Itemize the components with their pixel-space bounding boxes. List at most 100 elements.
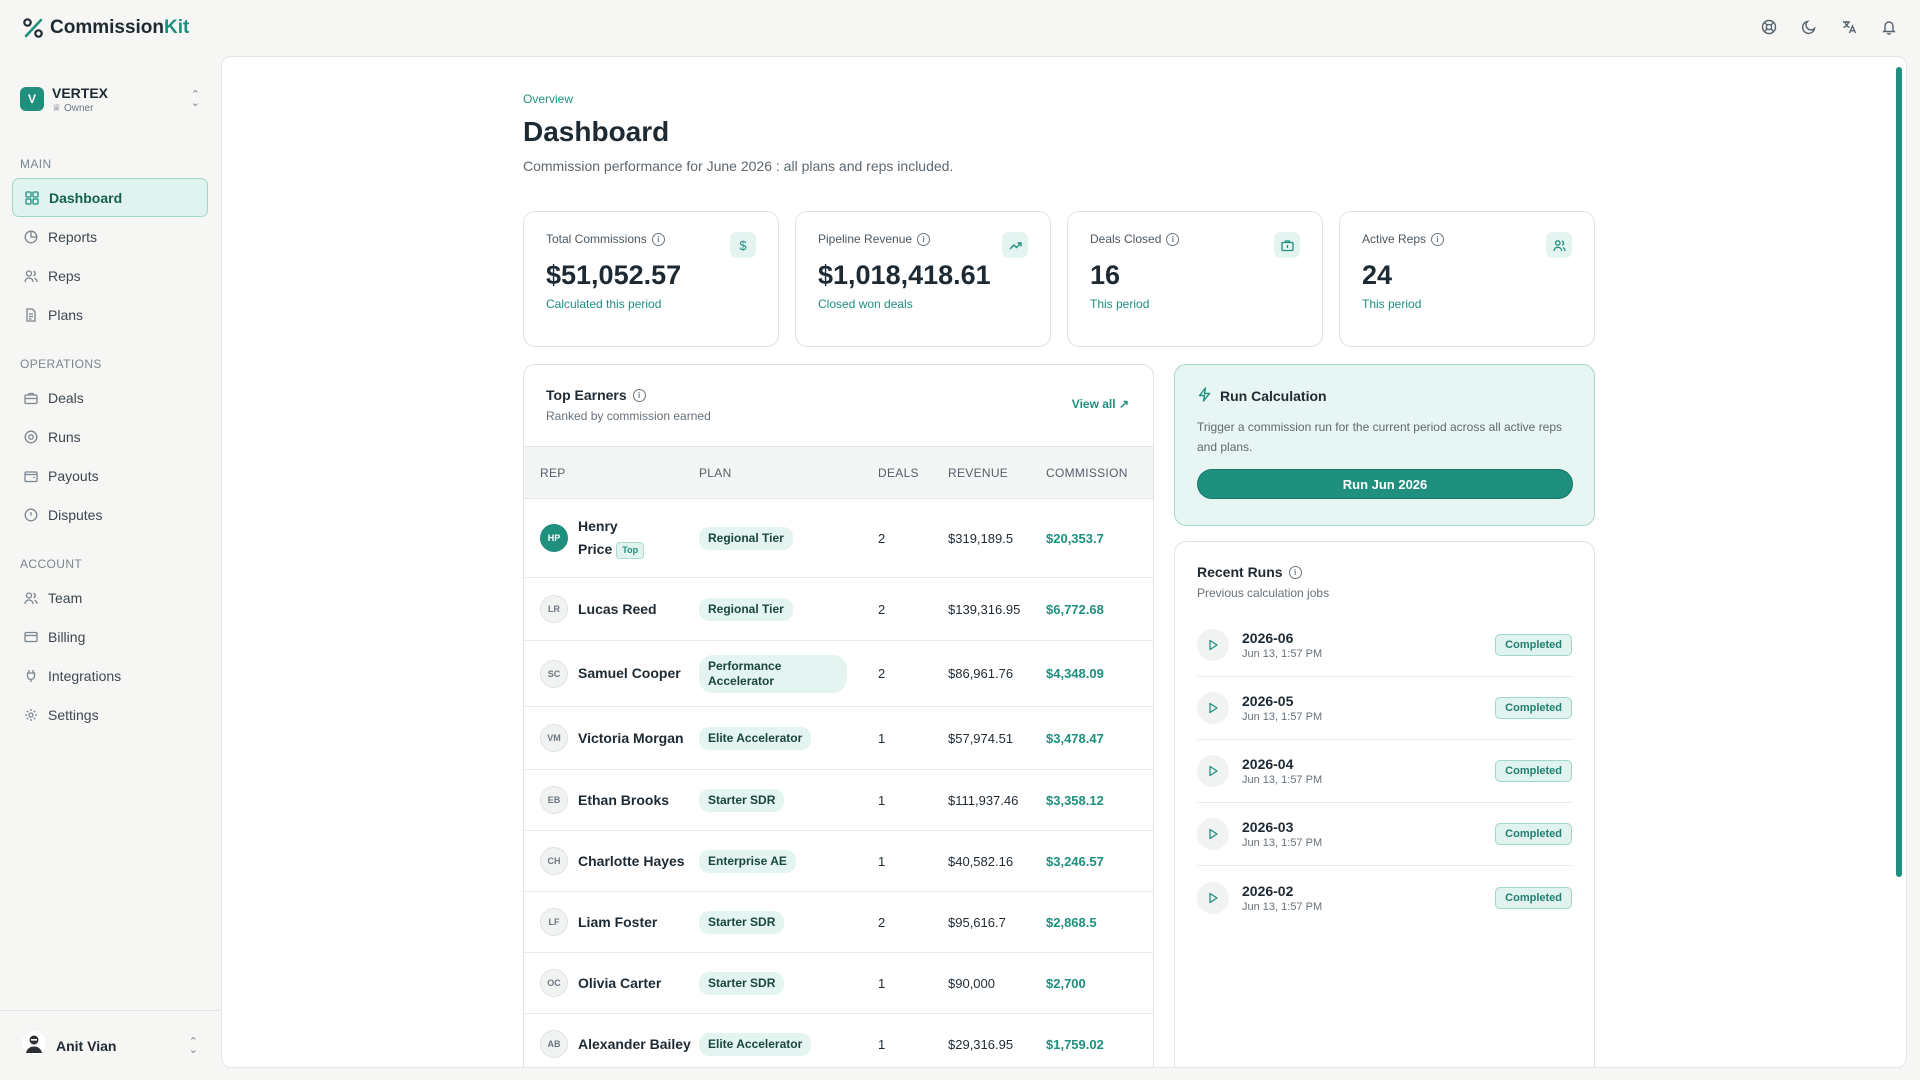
revenue-cell: $139,316.95 <box>948 601 1021 617</box>
translate-icon[interactable] <box>1840 18 1858 36</box>
sidebar-item-label: Payouts <box>48 467 99 484</box>
play-icon[interactable] <box>1197 818 1229 850</box>
status-badge: Completed <box>1495 634 1572 656</box>
briefcase-icon <box>24 392 38 404</box>
table-header: REP PLAN DEALS REVENUE COMMISSION <box>524 447 1153 499</box>
plug-icon <box>26 669 36 682</box>
info-icon[interactable]: i <box>651 232 665 246</box>
info-icon[interactable]: i <box>917 232 931 246</box>
run-item[interactable]: 2026-06 Jun 13, 1:57 PM Completed <box>1197 614 1572 677</box>
users-icon <box>24 269 38 282</box>
dollar-icon: $ <box>730 232 756 258</box>
revenue-cell: $95,616.7 <box>948 914 1006 930</box>
sidebar-item-deals[interactable]: Deals <box>12 378 208 417</box>
info-icon[interactable]: i <box>1288 565 1302 579</box>
sidebar-item-payouts[interactable]: Payouts <box>12 456 208 495</box>
sidebar-item-dashboard[interactable]: Dashboard <box>12 178 208 217</box>
run-item[interactable]: 2026-03 Jun 13, 1:57 PM Completed <box>1197 803 1572 866</box>
recent-runs-card: Recent Runs i Previous calculation jobs 2… <box>1174 541 1595 1067</box>
dark-mode-icon[interactable] <box>1800 18 1818 36</box>
sidebar-item-runs[interactable]: Runs <box>12 417 208 456</box>
col-plan[interactable]: PLAN <box>699 466 878 480</box>
alert-circle-icon <box>24 508 38 521</box>
sidebar-item-settings[interactable]: Settings <box>12 695 208 734</box>
table-row[interactable]: AB Alexander Bailey Elite Accelerator 1 $… <box>524 1014 1153 1067</box>
play-icon[interactable] <box>1197 881 1229 914</box>
table-row[interactable]: VM Victoria Morgan Elite Accelerator 1 $5… <box>524 707 1153 770</box>
run-item[interactable]: 2026-02 Jun 13, 1:57 PM Completed <box>1197 866 1572 929</box>
view-all-link[interactable]: View all ↗ <box>1072 397 1129 411</box>
stat-card-active-reps: Active Reps i 24 This period <box>1339 211 1595 347</box>
sidebar-item-label: Reports <box>48 228 98 245</box>
sidebar-item-reports[interactable]: Reports <box>12 217 208 256</box>
deals-cell: 2 <box>878 666 886 681</box>
sidebar-item-integrations[interactable]: Integrations <box>12 656 208 695</box>
stat-value: $51,052.57 <box>546 260 682 290</box>
commission-cell: $1,759.02 <box>1046 1036 1104 1052</box>
revenue-cell: $57,974.51 <box>948 730 1014 746</box>
table-row[interactable]: LR Lucas Reed Regional Tier 2 $139,316.95… <box>524 578 1153 641</box>
table-row[interactable]: LF Liam Foster Starter SDR 2 $95,616.7 $2… <box>524 892 1153 953</box>
deals-cell: 1 <box>878 730 886 746</box>
table-row[interactable]: EB Ethan Brooks Starter SDR 1 $111,937.46… <box>524 770 1153 831</box>
deals-cell: 2 <box>878 914 886 930</box>
scrollbar[interactable] <box>1896 67 1902 877</box>
sidebar-item-plans[interactable]: Plans <box>12 295 208 334</box>
gear-icon <box>25 708 37 721</box>
sidebar-item-label: Team <box>48 589 83 606</box>
plan-badge: Elite Accelerator <box>699 726 812 750</box>
table-row[interactable]: OC Olivia Carter Starter SDR 1 $90,000 $2… <box>524 953 1153 1014</box>
top-badge: Top <box>616 541 645 559</box>
revenue-cell: $319,189.5 <box>948 530 1014 546</box>
col-deals[interactable]: DEALS <box>878 466 948 480</box>
user-menu[interactable]: Anit Vian ⌃ ⌄ <box>0 1010 220 1080</box>
col-rep[interactable]: REP <box>524 466 699 480</box>
breadcrumb[interactable]: Overview <box>523 92 1595 106</box>
users-icon <box>1546 232 1572 258</box>
sidebar-item-label: Runs <box>48 428 81 445</box>
run-calculation-button[interactable]: Run Jun 2026 <box>1197 469 1573 499</box>
rep-name: Olivia Carter <box>578 974 662 991</box>
run-item[interactable]: 2026-05 Jun 13, 1:57 PM Completed <box>1197 677 1572 740</box>
sidebar-item-label: Reps <box>48 267 81 284</box>
run-name: 2026-06 <box>1242 630 1294 646</box>
briefcase-icon <box>1274 232 1300 258</box>
run-item[interactable]: 2026-04 Jun 13, 1:57 PM Completed <box>1197 740 1572 803</box>
support-icon[interactable] <box>1760 18 1778 36</box>
info-icon[interactable]: i <box>1166 232 1180 246</box>
chevron-updown-icon: ⌃ ⌄ <box>190 89 200 109</box>
run-time: Jun 13, 1:57 PM <box>1242 837 1323 849</box>
table-row[interactable]: CH Charlotte Hayes Enterprise AE 1 $40,58… <box>524 831 1153 892</box>
play-icon[interactable] <box>1197 755 1229 787</box>
sidebar-item-label: Dashboard <box>49 189 123 206</box>
commission-cell: $2,868.5 <box>1046 914 1097 930</box>
sidebar-item-disputes[interactable]: Disputes <box>12 495 208 534</box>
table-row[interactable]: HP Henry Price Top Regional Tier 2 $319,18… <box>524 499 1153 578</box>
sidebar-item-team[interactable]: Team <box>12 578 208 617</box>
stat-label: Pipeline Revenue <box>818 232 913 246</box>
card-subtitle: Ranked by commission earned <box>546 409 711 423</box>
play-icon[interactable] <box>1197 629 1229 661</box>
info-icon[interactable]: i <box>1431 232 1445 246</box>
col-revenue[interactable]: REVENUE <box>948 466 1046 480</box>
sidebar-item-reps[interactable]: Reps <box>12 256 208 295</box>
user-avatar <box>22 1031 46 1060</box>
app-logo[interactable]: CommissionKit <box>22 17 189 39</box>
sidebar-item-label: Billing <box>48 628 86 645</box>
rep-name: Alexander Bailey <box>578 1035 691 1052</box>
sidebar-item-billing[interactable]: Billing <box>12 617 208 656</box>
rep-name: Henry Price Top <box>578 515 645 561</box>
commission-cell: $2,700 <box>1046 975 1086 991</box>
notifications-icon[interactable] <box>1880 18 1898 36</box>
brand-name: CommissionKit <box>50 17 190 38</box>
run-name: 2026-02 <box>1242 882 1294 899</box>
info-icon[interactable]: i <box>632 388 646 402</box>
commission-cell: $3,478.47 <box>1046 730 1104 746</box>
play-icon[interactable] <box>1197 692 1229 724</box>
org-switcher[interactable]: V VERTEX ♕ Owner ⌃ ⌄ <box>20 76 200 122</box>
run-name: 2026-05 <box>1242 693 1294 709</box>
col-commission[interactable]: COMMISSION <box>1046 466 1146 480</box>
table-row[interactable]: SC Samuel Cooper Performance Accelerator … <box>524 641 1153 707</box>
section-operations: OPERATIONS <box>20 357 102 371</box>
rep-name: Lucas Reed <box>578 600 657 617</box>
